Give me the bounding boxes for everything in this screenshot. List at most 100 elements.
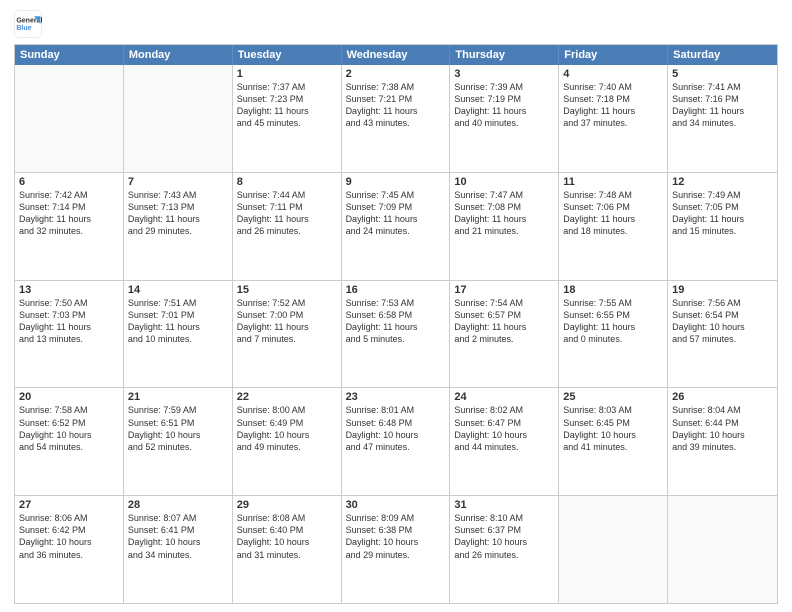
day-info: Sunrise: 8:03 AM Sunset: 6:45 PM Dayligh… bbox=[563, 405, 636, 451]
calendar-week: 13Sunrise: 7:50 AM Sunset: 7:03 PM Dayli… bbox=[15, 280, 777, 388]
day-number: 19 bbox=[672, 284, 773, 296]
day-info: Sunrise: 8:07 AM Sunset: 6:41 PM Dayligh… bbox=[128, 513, 201, 559]
calendar-day-25: 25 Sunrise: 8:03 AM Sunset: 6:45 PM Dayli… bbox=[559, 388, 668, 495]
day-info: Sunrise: 7:45 AM Sunset: 7:09 PM Dayligh… bbox=[346, 190, 418, 236]
weekday-header: Wednesday bbox=[342, 45, 451, 65]
day-info: Sunrise: 7:51 AM Sunset: 7:01 PM Dayligh… bbox=[128, 298, 200, 344]
header: General Blue bbox=[14, 10, 778, 38]
day-number: 3 bbox=[454, 68, 554, 80]
day-number: 10 bbox=[454, 176, 554, 188]
day-info: Sunrise: 8:09 AM Sunset: 6:38 PM Dayligh… bbox=[346, 513, 419, 559]
day-number: 30 bbox=[346, 499, 446, 511]
day-info: Sunrise: 7:42 AM Sunset: 7:14 PM Dayligh… bbox=[19, 190, 91, 236]
day-number: 7 bbox=[128, 176, 228, 188]
calendar-day-14: 14 Sunrise: 7:51 AM Sunset: 7:01 PM Dayli… bbox=[124, 281, 233, 388]
day-info: Sunrise: 8:06 AM Sunset: 6:42 PM Dayligh… bbox=[19, 513, 92, 559]
day-info: Sunrise: 7:43 AM Sunset: 7:13 PM Dayligh… bbox=[128, 190, 200, 236]
day-info: Sunrise: 7:54 AM Sunset: 6:57 PM Dayligh… bbox=[454, 298, 526, 344]
day-number: 22 bbox=[237, 391, 337, 403]
day-info: Sunrise: 7:53 AM Sunset: 6:58 PM Dayligh… bbox=[346, 298, 418, 344]
logo-icon: General Blue bbox=[14, 10, 42, 38]
day-number: 26 bbox=[672, 391, 773, 403]
calendar-week: 27 Sunrise: 8:06 AM Sunset: 6:42 PM Dayli… bbox=[15, 495, 777, 603]
day-info: Sunrise: 8:02 AM Sunset: 6:47 PM Dayligh… bbox=[454, 405, 527, 451]
weekday-header: Sunday bbox=[15, 45, 124, 65]
day-info: Sunrise: 7:47 AM Sunset: 7:08 PM Dayligh… bbox=[454, 190, 526, 236]
calendar-day-12: 12 Sunrise: 7:49 AM Sunset: 7:05 PM Dayli… bbox=[668, 173, 777, 280]
weekday-header: Tuesday bbox=[233, 45, 342, 65]
day-number: 31 bbox=[454, 499, 554, 511]
empty-cell bbox=[15, 65, 124, 172]
day-number: 12 bbox=[672, 176, 773, 188]
day-number: 29 bbox=[237, 499, 337, 511]
day-number: 9 bbox=[346, 176, 446, 188]
day-number: 21 bbox=[128, 391, 228, 403]
day-number: 27 bbox=[19, 499, 119, 511]
day-info: Sunrise: 7:55 AM Sunset: 6:55 PM Dayligh… bbox=[563, 298, 635, 344]
calendar-day-5: 5 Sunrise: 7:41 AM Sunset: 7:16 PM Daylig… bbox=[668, 65, 777, 172]
day-number: 25 bbox=[563, 391, 663, 403]
logo: General Blue bbox=[14, 10, 42, 38]
calendar-day-28: 28 Sunrise: 8:07 AM Sunset: 6:41 PM Dayli… bbox=[124, 496, 233, 603]
calendar-day-30: 30 Sunrise: 8:09 AM Sunset: 6:38 PM Dayli… bbox=[342, 496, 451, 603]
calendar-day-20: 20Sunrise: 7:58 AM Sunset: 6:52 PM Dayli… bbox=[15, 388, 124, 495]
calendar-day-2: 2Sunrise: 7:38 AM Sunset: 7:21 PM Daylig… bbox=[342, 65, 451, 172]
day-number: 1 bbox=[237, 68, 337, 80]
calendar-week: 1 Sunrise: 7:37 AM Sunset: 7:23 PM Daylig… bbox=[15, 65, 777, 172]
day-number: 8 bbox=[237, 176, 337, 188]
day-info: Sunrise: 8:01 AM Sunset: 6:48 PM Dayligh… bbox=[346, 405, 419, 451]
day-info: Sunrise: 8:10 AM Sunset: 6:37 PM Dayligh… bbox=[454, 513, 527, 559]
day-number: 14 bbox=[128, 284, 228, 296]
calendar-day-18: 18 Sunrise: 7:55 AM Sunset: 6:55 PM Dayli… bbox=[559, 281, 668, 388]
calendar-day-11: 11Sunrise: 7:48 AM Sunset: 7:06 PM Dayli… bbox=[559, 173, 668, 280]
calendar-day-4: 4Sunrise: 7:40 AM Sunset: 7:18 PM Daylig… bbox=[559, 65, 668, 172]
day-number: 23 bbox=[346, 391, 446, 403]
calendar-day-6: 6 Sunrise: 7:42 AM Sunset: 7:14 PM Daylig… bbox=[15, 173, 124, 280]
calendar-week: 20Sunrise: 7:58 AM Sunset: 6:52 PM Dayli… bbox=[15, 387, 777, 495]
calendar-day-15: 15Sunrise: 7:52 AM Sunset: 7:00 PM Dayli… bbox=[233, 281, 342, 388]
day-info: Sunrise: 7:56 AM Sunset: 6:54 PM Dayligh… bbox=[672, 298, 745, 344]
calendar-body: 1 Sunrise: 7:37 AM Sunset: 7:23 PM Daylig… bbox=[15, 65, 777, 603]
calendar-day-26: 26Sunrise: 8:04 AM Sunset: 6:44 PM Dayli… bbox=[668, 388, 777, 495]
day-info: Sunrise: 7:59 AM Sunset: 6:51 PM Dayligh… bbox=[128, 405, 201, 451]
day-number: 6 bbox=[19, 176, 119, 188]
day-number: 28 bbox=[128, 499, 228, 511]
empty-cell bbox=[124, 65, 233, 172]
calendar-day-22: 22 Sunrise: 8:00 AM Sunset: 6:49 PM Dayli… bbox=[233, 388, 342, 495]
day-info: Sunrise: 7:49 AM Sunset: 7:05 PM Dayligh… bbox=[672, 190, 744, 236]
day-info: Sunrise: 7:38 AM Sunset: 7:21 PM Dayligh… bbox=[346, 82, 418, 128]
day-info: Sunrise: 7:58 AM Sunset: 6:52 PM Dayligh… bbox=[19, 405, 92, 451]
page: General Blue SundayMondayTuesdayWednesda… bbox=[0, 0, 792, 612]
day-info: Sunrise: 7:39 AM Sunset: 7:19 PM Dayligh… bbox=[454, 82, 526, 128]
calendar-day-1: 1 Sunrise: 7:37 AM Sunset: 7:23 PM Daylig… bbox=[233, 65, 342, 172]
calendar-day-10: 10 Sunrise: 7:47 AM Sunset: 7:08 PM Dayli… bbox=[450, 173, 559, 280]
day-info: Sunrise: 7:37 AM Sunset: 7:23 PM Dayligh… bbox=[237, 82, 309, 128]
day-number: 13 bbox=[19, 284, 119, 296]
day-number: 18 bbox=[563, 284, 663, 296]
calendar: SundayMondayTuesdayWednesdayThursdayFrid… bbox=[14, 44, 778, 604]
calendar-day-3: 3 Sunrise: 7:39 AM Sunset: 7:19 PM Daylig… bbox=[450, 65, 559, 172]
svg-text:Blue: Blue bbox=[16, 25, 31, 32]
calendar-day-17: 17 Sunrise: 7:54 AM Sunset: 6:57 PM Dayli… bbox=[450, 281, 559, 388]
day-number: 4 bbox=[563, 68, 663, 80]
day-info: Sunrise: 7:41 AM Sunset: 7:16 PM Dayligh… bbox=[672, 82, 744, 128]
calendar-day-8: 8 Sunrise: 7:44 AM Sunset: 7:11 PM Daylig… bbox=[233, 173, 342, 280]
day-info: Sunrise: 8:00 AM Sunset: 6:49 PM Dayligh… bbox=[237, 405, 310, 451]
weekday-header: Thursday bbox=[450, 45, 559, 65]
day-number: 16 bbox=[346, 284, 446, 296]
calendar-day-16: 16 Sunrise: 7:53 AM Sunset: 6:58 PM Dayli… bbox=[342, 281, 451, 388]
calendar-day-21: 21 Sunrise: 7:59 AM Sunset: 6:51 PM Dayli… bbox=[124, 388, 233, 495]
day-info: Sunrise: 7:52 AM Sunset: 7:00 PM Dayligh… bbox=[237, 298, 309, 344]
day-number: 24 bbox=[454, 391, 554, 403]
day-info: Sunrise: 7:48 AM Sunset: 7:06 PM Dayligh… bbox=[563, 190, 635, 236]
day-number: 5 bbox=[672, 68, 773, 80]
calendar-day-24: 24 Sunrise: 8:02 AM Sunset: 6:47 PM Dayli… bbox=[450, 388, 559, 495]
day-number: 17 bbox=[454, 284, 554, 296]
calendar-day-19: 19 Sunrise: 7:56 AM Sunset: 6:54 PM Dayli… bbox=[668, 281, 777, 388]
day-info: Sunrise: 8:08 AM Sunset: 6:40 PM Dayligh… bbox=[237, 513, 310, 559]
calendar-day-9: 9 Sunrise: 7:45 AM Sunset: 7:09 PM Daylig… bbox=[342, 173, 451, 280]
weekday-header: Monday bbox=[124, 45, 233, 65]
empty-cell bbox=[668, 496, 777, 603]
calendar-week: 6 Sunrise: 7:42 AM Sunset: 7:14 PM Daylig… bbox=[15, 172, 777, 280]
day-info: Sunrise: 7:44 AM Sunset: 7:11 PM Dayligh… bbox=[237, 190, 309, 236]
